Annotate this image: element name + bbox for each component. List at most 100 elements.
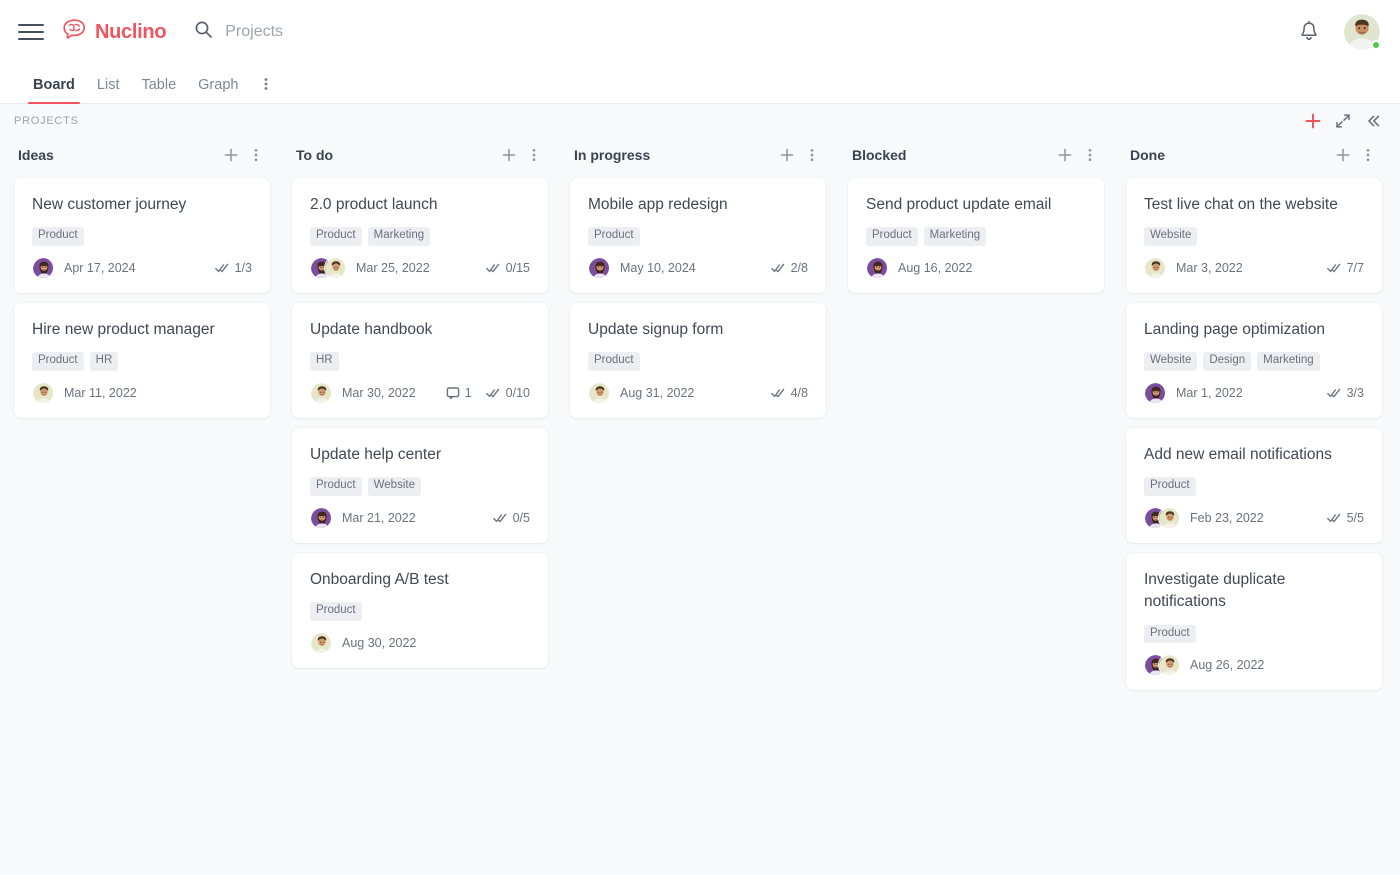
- tab-list[interactable]: List: [86, 77, 131, 103]
- task-count-text: 2/8: [790, 260, 808, 275]
- card-tag[interactable]: Product: [310, 602, 362, 621]
- search-box[interactable]: [194, 20, 546, 44]
- card-date: Mar 3, 2022: [1176, 260, 1243, 275]
- board-card[interactable]: Investigate duplicate notifications Prod…: [1126, 552, 1382, 691]
- card-assignees[interactable]: [588, 381, 610, 404]
- bell-icon[interactable]: [1296, 19, 1322, 45]
- card-task-count: 0/5: [492, 510, 530, 525]
- task-count-text: 0/5: [512, 510, 530, 525]
- column-add-card-button[interactable]: [1330, 145, 1356, 165]
- card-tag[interactable]: HR: [89, 352, 119, 371]
- tab-table[interactable]: Table: [130, 77, 187, 103]
- tab-board[interactable]: Board: [22, 77, 86, 104]
- board-card[interactable]: Onboarding A/B test Product Aug 30, 2022: [292, 552, 548, 668]
- card-date: Mar 30, 2022: [342, 385, 416, 400]
- card-assignees[interactable]: [1144, 654, 1180, 677]
- more-vertical-icon[interactable]: [249, 76, 283, 103]
- avatar[interactable]: [1344, 14, 1381, 50]
- card-title: Update help center: [310, 445, 441, 463]
- board-card[interactable]: Send product update email Product Marketi…: [848, 178, 1104, 293]
- view-tabs: Board List Table Graph: [0, 64, 1400, 104]
- card-tag[interactable]: Product: [32, 227, 84, 246]
- card-tags: Product HR: [32, 352, 252, 371]
- card-tag[interactable]: Product: [588, 227, 640, 246]
- card-assignees[interactable]: [310, 506, 332, 529]
- brand-logo[interactable]: Nuclino: [62, 18, 167, 46]
- card-tag[interactable]: Product: [310, 227, 362, 246]
- card-date: Mar 1, 2022: [1176, 385, 1243, 400]
- card-assignees[interactable]: [1144, 506, 1180, 529]
- board-card[interactable]: Update handbook HR Mar 30, 2022 1 0/10: [292, 302, 548, 418]
- column-menu-button[interactable]: [1078, 145, 1102, 165]
- card-assignees[interactable]: [588, 256, 610, 279]
- card-tag[interactable]: Design: [1203, 352, 1252, 371]
- column-cards: Test live chat on the website Website Ma…: [1126, 172, 1382, 691]
- column-menu-button[interactable]: [1356, 145, 1380, 165]
- card-tags: Product: [310, 602, 530, 621]
- board-card[interactable]: Landing page optimization Website Design M…: [1126, 302, 1382, 418]
- card-tag[interactable]: Product: [1144, 477, 1196, 496]
- card-tag[interactable]: Product: [866, 227, 918, 246]
- card-tag[interactable]: Marketing: [1257, 352, 1320, 371]
- card-tag[interactable]: Product: [310, 477, 362, 496]
- board-card[interactable]: Hire new product manager Product HR Mar 1…: [14, 302, 270, 418]
- column-menu-button[interactable]: [800, 145, 824, 165]
- search-input[interactable]: [225, 23, 546, 41]
- assignee-avatar: [310, 631, 332, 654]
- column-add-card-button[interactable]: [1052, 145, 1078, 165]
- card-assignees[interactable]: [1144, 381, 1166, 404]
- board-card[interactable]: Update signup form Product Aug 31, 2022 …: [570, 302, 826, 418]
- card-footer: Feb 23, 2022 5/5: [1144, 506, 1364, 529]
- column-add-card-button[interactable]: [218, 145, 244, 165]
- double-check-icon: [770, 263, 784, 273]
- card-assignees[interactable]: [310, 256, 346, 279]
- card-tag[interactable]: HR: [310, 352, 339, 371]
- tab-graph[interactable]: Graph: [187, 77, 249, 103]
- card-task-count: 1/3: [214, 261, 252, 275]
- hamburger-icon[interactable]: [18, 19, 44, 45]
- board-card[interactable]: Add new email notifications Product Feb …: [1126, 427, 1382, 543]
- card-assignees[interactable]: [310, 381, 332, 404]
- card-title: Update handbook: [310, 320, 433, 338]
- assignee-avatar: [1144, 256, 1166, 279]
- collapse-arrows-icon[interactable]: [1328, 108, 1358, 134]
- card-assignees[interactable]: [32, 256, 54, 279]
- card-assignees[interactable]: [1144, 256, 1166, 279]
- card-tag[interactable]: Marketing: [923, 227, 987, 246]
- card-assignees[interactable]: [310, 631, 332, 654]
- card-tags: Product: [1144, 477, 1364, 496]
- column-add-card-button[interactable]: [496, 145, 522, 165]
- column-title: Blocked: [852, 147, 907, 163]
- card-tag[interactable]: Website: [1144, 227, 1198, 246]
- board-card[interactable]: Test live chat on the website Website Ma…: [1126, 178, 1382, 293]
- card-assignees[interactable]: [32, 381, 54, 404]
- card-tag[interactable]: Product: [588, 352, 640, 371]
- add-item-button[interactable]: [1298, 108, 1328, 134]
- card-task-count: 7/7: [1326, 261, 1364, 275]
- column-add-card-button[interactable]: [774, 145, 800, 165]
- card-tag[interactable]: Product: [1144, 624, 1196, 644]
- task-count-text: 3/3: [1346, 385, 1364, 400]
- card-tags: Product: [32, 227, 252, 246]
- column-menu-button[interactable]: [522, 145, 546, 165]
- assignee-avatar: [1158, 506, 1180, 529]
- card-tags: Product Website: [310, 477, 530, 496]
- card-title: Test live chat on the website: [1144, 196, 1338, 213]
- column-menu-button[interactable]: [244, 145, 268, 165]
- card-assignees[interactable]: [866, 256, 888, 279]
- card-tag[interactable]: Marketing: [367, 227, 431, 246]
- card-tags: Website Design Marketing: [1144, 352, 1364, 371]
- card-tags: Product: [588, 352, 808, 371]
- card-date: Aug 16, 2022: [898, 260, 973, 275]
- double-check-icon: [485, 388, 499, 398]
- card-tag[interactable]: Product: [32, 352, 84, 371]
- card-tag[interactable]: Website: [367, 477, 421, 496]
- comment-count-text: 1: [464, 385, 472, 400]
- card-tag[interactable]: Website: [1144, 352, 1198, 371]
- board-card[interactable]: 2.0 product launch Product Marketing Mar …: [292, 178, 548, 293]
- card-date: Mar 11, 2022: [64, 385, 137, 400]
- board-card[interactable]: Mobile app redesign Product May 10, 2024…: [570, 178, 826, 293]
- board-card[interactable]: New customer journey Product Apr 17, 202…: [14, 178, 270, 293]
- board-card[interactable]: Update help center Product Website Mar 21…: [292, 427, 548, 543]
- chevrons-left-icon[interactable]: [1358, 108, 1388, 134]
